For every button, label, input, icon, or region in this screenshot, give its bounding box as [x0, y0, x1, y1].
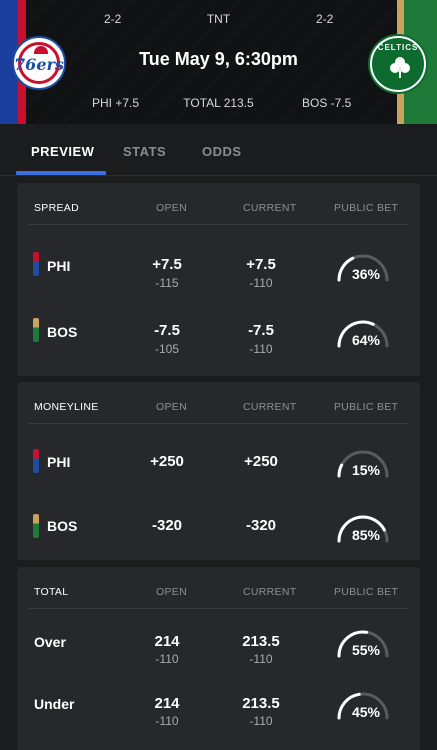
total-card: TOTAL OPEN CURRENT PUBLIC BET Over 214 -…	[17, 567, 420, 750]
game-header: 76ers CELTICS 2-2 TNT 2-2 Tue May 9, 6:3…	[0, 0, 437, 124]
open-line: -7.5	[154, 322, 180, 339]
total-card-header: TOTAL OPEN CURRENT PUBLIC BET	[17, 567, 420, 609]
phi-team-color-icon	[33, 252, 39, 276]
header-divider	[29, 224, 408, 225]
bos-spread-summary: BOS -7.5	[302, 96, 352, 110]
open-line: -320	[151, 517, 183, 534]
active-tab-indicator	[16, 171, 106, 175]
public-bet-percent: 15%	[351, 462, 381, 478]
public-bet-percent: 55%	[351, 642, 381, 658]
open-odds: -110	[155, 652, 179, 666]
current-line: -320	[245, 517, 277, 534]
open-line: 214	[154, 695, 180, 712]
spread-title: SPREAD	[34, 202, 79, 214]
public-bet-percent: 64%	[351, 332, 381, 348]
current-line: 213.5	[242, 633, 280, 650]
tab-preview[interactable]: PREVIEW	[31, 144, 94, 159]
public-bet-percent: 36%	[351, 266, 381, 282]
public-bet-percent: 45%	[351, 704, 381, 720]
moneyline-title: MONEYLINE	[34, 401, 99, 413]
tv-network: TNT	[206, 12, 231, 26]
moneyline-row-phi[interactable]: PHI +250 +250 15%	[17, 432, 420, 492]
open-odds: -110	[155, 714, 179, 728]
team-name: BOS	[47, 324, 78, 340]
open-line: 214	[154, 633, 180, 650]
total-summary: TOTAL 213.5	[183, 96, 254, 110]
tab-bar: PREVIEW STATS ODDS	[0, 124, 437, 176]
bos-team-color-icon	[33, 318, 39, 342]
moneyline-row-bos[interactable]: BOS -320 -320 85%	[17, 497, 420, 557]
open-line: +250	[150, 453, 184, 470]
total-side: Over	[34, 634, 66, 650]
bos-team-color-icon	[33, 514, 39, 538]
phi-team-color-icon	[33, 449, 39, 473]
current-column-header: CURRENT	[243, 401, 297, 413]
current-line: +7.5	[246, 256, 276, 273]
spread-card: SPREAD OPEN CURRENT PUBLIC BET PHI +7.5 …	[17, 183, 420, 376]
team-name: BOS	[47, 518, 78, 534]
current-odds: -110	[249, 714, 273, 728]
current-line: +250	[244, 453, 278, 470]
moneyline-card: MONEYLINE OPEN CURRENT PUBLIC BET PHI +2…	[17, 382, 420, 560]
team-name: PHI	[47, 258, 71, 274]
open-line: +7.5	[152, 256, 182, 273]
spread-card-header: SPREAD OPEN CURRENT PUBLIC BET	[17, 183, 420, 225]
total-side: Under	[34, 696, 75, 712]
tab-stats[interactable]: STATS	[123, 144, 166, 159]
team-name: PHI	[47, 454, 71, 470]
spread-row-phi[interactable]: PHI +7.5 -115 +7.5 -110 36%	[17, 238, 420, 298]
current-line: 213.5	[242, 695, 280, 712]
public-bet-column-header: PUBLIC BET	[334, 202, 399, 214]
current-odds: -110	[249, 342, 273, 356]
game-datetime: Tue May 9, 6:30pm	[139, 49, 298, 69]
open-column-header: OPEN	[156, 401, 187, 413]
current-line: -7.5	[248, 322, 274, 339]
current-odds: -110	[249, 276, 273, 290]
header-divider	[29, 608, 408, 609]
header-divider	[29, 423, 408, 424]
bos-series-record: 2-2	[316, 12, 334, 26]
current-odds: -110	[249, 652, 273, 666]
spread-row-bos[interactable]: BOS -7.5 -105 -7.5 -110 64%	[17, 304, 420, 364]
current-column-header: CURRENT	[243, 202, 297, 214]
open-column-header: OPEN	[156, 202, 187, 214]
tab-odds[interactable]: ODDS	[202, 144, 242, 159]
total-row-under[interactable]: Under 214 -110 213.5 -110 45%	[17, 680, 420, 740]
public-bet-column-header: PUBLIC BET	[334, 586, 399, 598]
total-title: TOTAL	[34, 586, 69, 598]
moneyline-card-header: MONEYLINE OPEN CURRENT PUBLIC BET	[17, 382, 420, 424]
current-column-header: CURRENT	[243, 586, 297, 598]
total-row-over[interactable]: Over 214 -110 213.5 -110 55%	[17, 617, 420, 677]
public-bet-percent: 85%	[351, 527, 381, 543]
open-column-header: OPEN	[156, 586, 187, 598]
public-bet-column-header: PUBLIC BET	[334, 401, 399, 413]
open-odds: -105	[154, 342, 180, 356]
open-odds: -115	[155, 276, 179, 290]
